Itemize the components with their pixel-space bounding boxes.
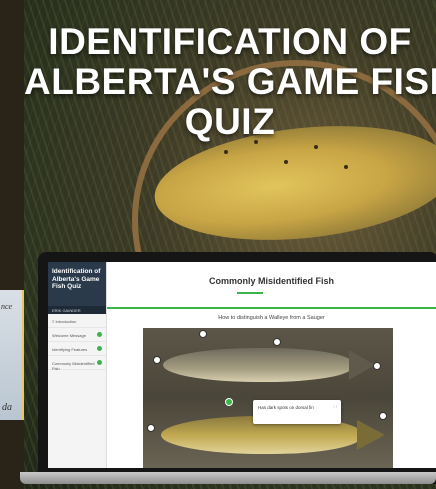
sauger-fish-image [163,348,375,382]
fish-spot [284,160,288,164]
sidebar-item-label: ≡ Introduction [52,319,77,324]
hotspot-marker[interactable] [153,356,161,364]
sidebar-item-label: Identifying Features [52,347,88,352]
fish-spot [224,150,228,154]
hotspot-tooltip: Has dark spots on dorsal fin ‹ › [253,400,341,424]
course-author: ERIK GAINDER [48,306,106,314]
poster-title: IDENTIFICATION OF ALBERTA'S GAME FISH QU… [24,22,436,142]
course-title: Identification of Alberta's Game Fish Qu… [48,262,106,306]
title-line-1: IDENTIFICATION OF [48,21,412,62]
sidebar-item-welcome[interactable]: Welcome Message [48,328,106,342]
laptop: Identification of Alberta's Game Fish Qu… [38,252,436,484]
hotspot-marker[interactable] [147,424,155,432]
sidebar-item-label: Commonly Misidentified Fish [52,361,95,371]
hotspot-marker[interactable] [273,338,281,346]
sidebar-item-label: Welcome Message [52,333,86,338]
sidebar-item-introduction[interactable]: ≡ Introduction [48,314,106,328]
tooltip-text: Has dark spots on dorsal fin [258,405,314,410]
brochure-text-bottom: da [2,402,12,413]
fish-spot [314,145,318,149]
lesson-title: Commonly Misidentified Fish [208,276,334,286]
sidebar-item-features[interactable]: Identifying Features [48,342,106,356]
complete-check-icon [97,346,102,351]
hotspot-marker-active[interactable] [225,398,233,406]
fish-comparison-image: Has dark spots on dorsal fin ‹ › [143,328,393,468]
hotspot-marker[interactable] [373,362,381,370]
partial-brochure: nce da [0,290,24,420]
sidebar-item-misidentified[interactable]: Commonly Misidentified Fish [48,356,106,371]
laptop-base [20,472,436,484]
fish-spot [344,165,348,169]
course-sidebar: Identification of Alberta's Game Fish Qu… [48,262,107,468]
complete-check-icon [97,332,102,337]
title-line-3: QUIZ [184,101,276,142]
hotspot-marker[interactable] [199,330,207,338]
lesson-content: Commonly Misidentified Fish How to disti… [107,262,436,468]
tooltip-nav-arrows[interactable]: ‹ › [333,404,337,409]
title-line-2: ALBERTA'S GAME FISH [24,61,436,102]
title-underline [237,292,263,294]
section-divider [107,307,436,309]
lesson-subtitle: How to distinguish a Walleye from a Saug… [218,315,325,321]
complete-check-icon [97,360,102,365]
laptop-screen: Identification of Alberta's Game Fish Qu… [48,262,436,468]
hotspot-marker[interactable] [379,412,387,420]
brochure-text-top: nce [1,302,13,311]
